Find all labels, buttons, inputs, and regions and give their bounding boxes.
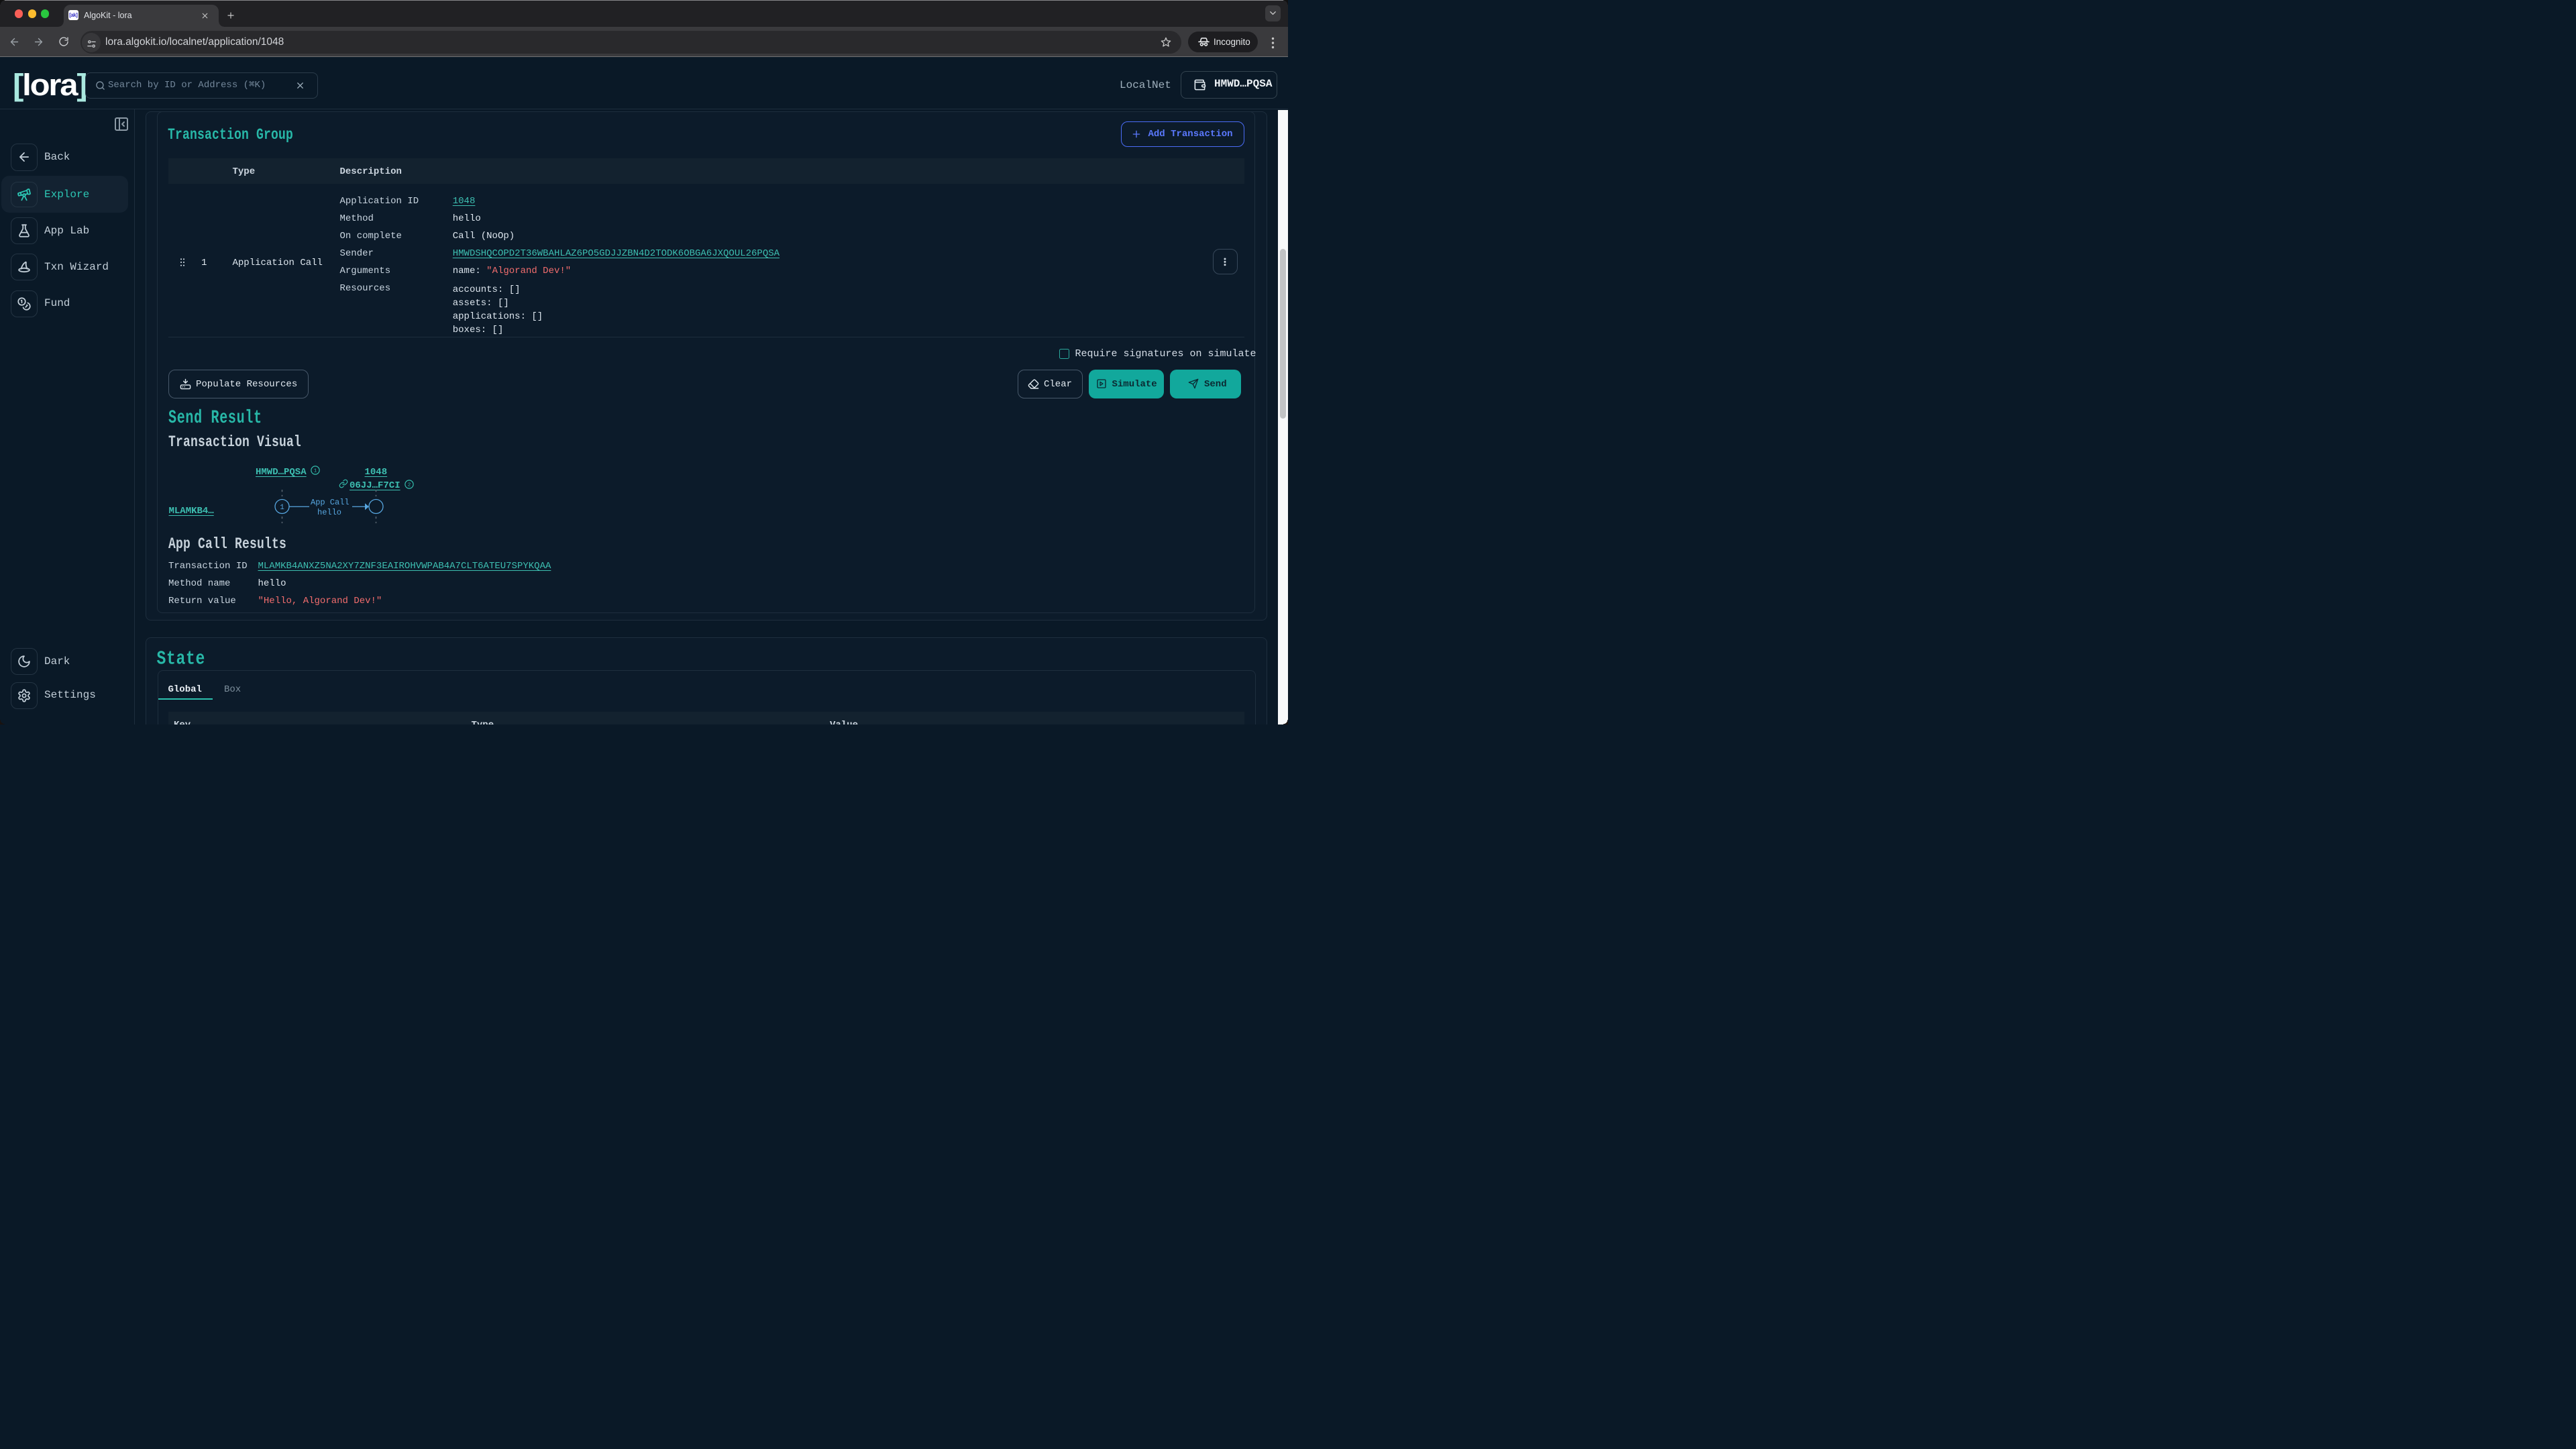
svg-text:1: 1 [314, 469, 317, 474]
svg-text:2: 2 [408, 482, 411, 488]
svg-text:1: 1 [280, 504, 284, 512]
